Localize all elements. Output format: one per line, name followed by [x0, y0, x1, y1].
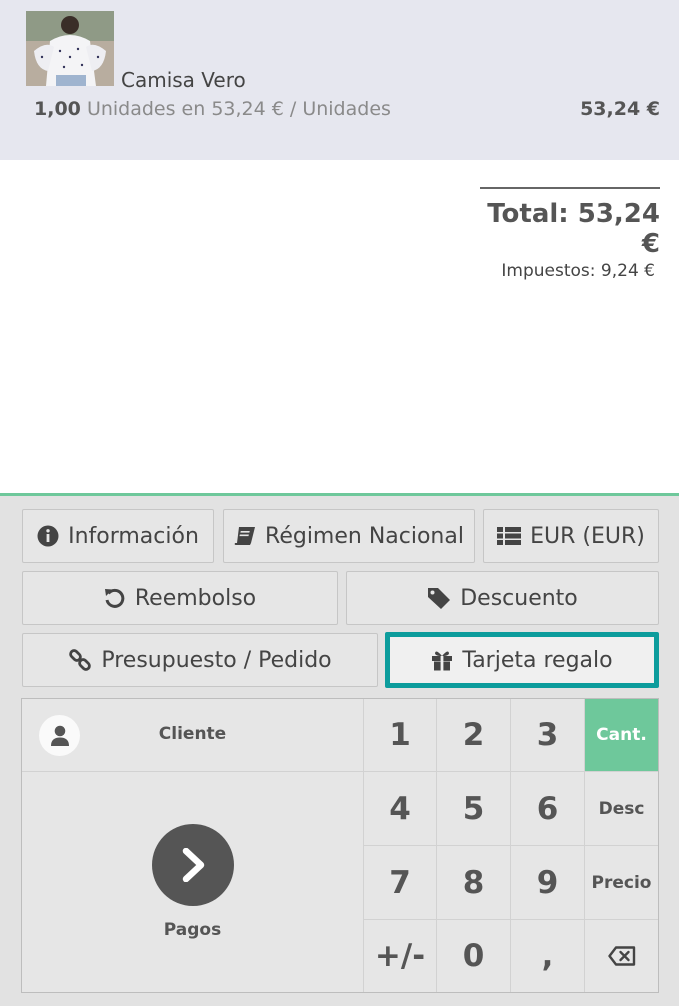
numpad-key-0[interactable]: 0 [437, 920, 510, 992]
numpad-key-plus-minus[interactable]: +/- [364, 920, 436, 992]
product-image [26, 11, 114, 86]
numpad-key-7[interactable]: 7 [364, 846, 436, 919]
quotation-order-button[interactable]: Presupuesto / Pedido [22, 633, 378, 687]
numpad-key-8[interactable]: 8 [437, 846, 510, 919]
pricelist-button[interactable]: EUR (EUR) [483, 509, 659, 563]
customer-label: Cliente [158, 724, 227, 744]
discount-button[interactable]: Descuento [346, 571, 659, 625]
order-total: Total: 53,24 € [487, 199, 660, 259]
numpad-key-4[interactable]: 4 [364, 772, 436, 845]
fiscal-position-button[interactable]: Régimen Nacional [223, 509, 475, 563]
tag-icon [427, 587, 451, 609]
fiscal-position-label: Régimen Nacional [265, 523, 464, 549]
order-line[interactable]: Camisa Vero 1,00 Unidades en 53,24 € / U… [0, 0, 679, 160]
numpad-backspace-button[interactable] [585, 920, 658, 992]
numpad-key-6[interactable]: 6 [511, 772, 584, 845]
line-price: 53,24 € [580, 98, 660, 120]
numpad-key-1[interactable]: 1 [364, 699, 436, 771]
line-quantity-info: 1,00 Unidades en 53,24 € / Unidades [34, 98, 391, 120]
line-unit-detail: Unidades en 53,24 € / Unidades [86, 98, 391, 120]
book-icon [234, 526, 256, 546]
info-circle-icon [37, 525, 59, 547]
numpad-mode-quantity[interactable]: Cant. [585, 699, 658, 771]
chevron-right-icon [152, 824, 234, 906]
order-taxes: Impuestos: 9,24 € [501, 261, 655, 281]
numpad-key-decimal[interactable]: , [511, 920, 584, 992]
refund-label: Reembolso [134, 585, 257, 611]
gift-icon [431, 649, 453, 671]
order-summary: Total: 53,24 € Impuestos: 9,24 € [480, 187, 660, 281]
gift-card-button[interactable]: Tarjeta regalo [385, 632, 659, 688]
backspace-icon [607, 938, 636, 974]
customer-button[interactable]: Cliente [22, 699, 363, 771]
line-quantity: 1,00 [34, 98, 81, 120]
payment-label: Pagos [163, 920, 222, 940]
numpad-key-5[interactable]: 5 [437, 772, 510, 845]
link-icon [68, 648, 92, 672]
discount-label: Descuento [460, 585, 578, 611]
product-name: Camisa Vero [121, 68, 246, 92]
payment-button[interactable]: Pagos [22, 772, 363, 992]
gift-card-label: Tarjeta regalo [462, 647, 613, 673]
info-button[interactable]: Información [22, 509, 214, 563]
numpad-mode-price[interactable]: Precio [585, 846, 658, 919]
info-button-label: Información [68, 523, 199, 549]
numpad-key-9[interactable]: 9 [511, 846, 584, 919]
numpad-mode-discount[interactable]: Desc [585, 772, 658, 845]
quotation-order-label: Presupuesto / Pedido [101, 647, 332, 673]
numpad-key-2[interactable]: 2 [437, 699, 510, 771]
pricelist-label: EUR (EUR) [530, 523, 645, 549]
undo-icon [104, 587, 126, 609]
numpad-key-3[interactable]: 3 [511, 699, 584, 771]
list-icon [497, 526, 522, 546]
refund-button[interactable]: Reembolso [22, 571, 338, 625]
